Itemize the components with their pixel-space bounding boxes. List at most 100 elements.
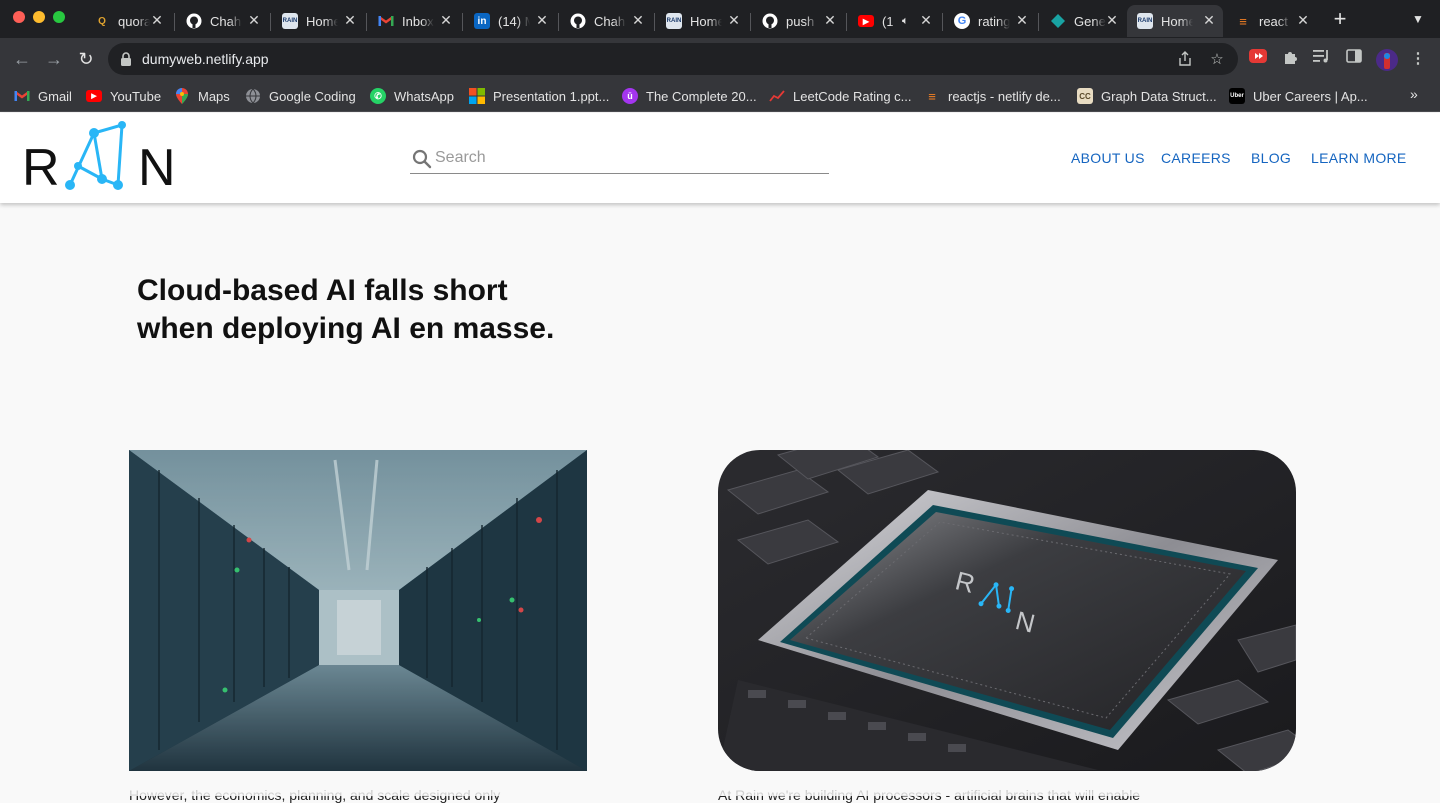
rain-logo[interactable]: R N bbox=[22, 121, 182, 195]
bookmarks-bar: Gmail ▶ YouTube Maps Google Coding ✆ Wha… bbox=[0, 80, 1440, 112]
rain-site-icon: RAIN bbox=[666, 13, 682, 29]
search-field[interactable] bbox=[410, 147, 829, 174]
youtube-icon: ▶ bbox=[86, 90, 102, 102]
close-tab-icon[interactable]: ✕ bbox=[1201, 12, 1217, 28]
nav-blog-link[interactable]: BLOG bbox=[1251, 150, 1291, 166]
profile-avatar-icon[interactable] bbox=[1376, 49, 1398, 71]
close-tab-icon[interactable]: ✕ bbox=[822, 12, 838, 28]
browser-tab-gene[interactable]: Gene ✕ bbox=[1040, 5, 1126, 37]
browser-tab-github-2[interactable]: Chahat ✕ bbox=[560, 5, 652, 37]
close-tab-icon[interactable]: ✕ bbox=[246, 12, 262, 28]
gmail-icon bbox=[14, 88, 30, 104]
extension-red-icon[interactable] bbox=[1248, 49, 1268, 69]
bookmark-label: reactjs - netlify de... bbox=[948, 88, 1061, 104]
svg-text:N: N bbox=[138, 139, 176, 195]
bookmark-gmail[interactable]: Gmail bbox=[14, 86, 72, 106]
bookmark-google-coding[interactable]: Google Coding bbox=[245, 86, 356, 106]
bookmark-leetcode[interactable]: LeetCode Rating c... bbox=[769, 86, 912, 106]
hero-headline: Cloud-based AI falls short when deployin… bbox=[137, 274, 555, 345]
share-icon[interactable] bbox=[1176, 51, 1194, 69]
browser-menu-icon[interactable]: ⋮ bbox=[1408, 49, 1428, 69]
bookmark-graph[interactable]: CC Graph Data Struct... bbox=[1077, 86, 1217, 106]
browser-toolbar: ← → ↻ dumyweb.netlify.app ☆ ⋮ bbox=[0, 38, 1440, 80]
browser-tab-home-active[interactable]: RAIN Home ✕ bbox=[1127, 5, 1223, 37]
bookmark-youtube[interactable]: ▶ YouTube bbox=[86, 86, 161, 106]
bookmark-complete[interactable]: ū The Complete 20... bbox=[622, 86, 757, 106]
maximize-window-button[interactable] bbox=[53, 11, 65, 23]
browser-tab-inbox[interactable]: Inbox ✕ bbox=[368, 5, 460, 37]
nav-learn-more-link[interactable]: LEARN MORE bbox=[1311, 150, 1407, 166]
youtube-icon: ▶ bbox=[858, 15, 874, 27]
search-icon bbox=[412, 149, 432, 169]
close-tab-icon[interactable]: ✕ bbox=[1014, 12, 1030, 28]
tab-title: quora bbox=[118, 13, 150, 29]
bookmark-label: YouTube bbox=[110, 88, 162, 104]
nav-careers-link[interactable]: CAREERS bbox=[1161, 150, 1231, 166]
bookmark-reactjs[interactable]: ≡ reactjs - netlify de... bbox=[924, 86, 1061, 106]
tab-title: (1 bbox=[882, 13, 894, 29]
browser-tab-linkedin[interactable]: in (14) M ✕ bbox=[464, 5, 556, 37]
tab-title: Chahat bbox=[594, 13, 626, 29]
back-arrow-icon[interactable]: ← bbox=[10, 47, 34, 71]
reload-icon[interactable]: ↻ bbox=[74, 47, 98, 71]
bookmark-label: Uber Careers | Ap... bbox=[1253, 88, 1368, 104]
close-tab-icon[interactable]: ✕ bbox=[438, 12, 454, 28]
bookmark-star-icon[interactable]: ☆ bbox=[1208, 51, 1226, 69]
close-tab-icon[interactable]: ✕ bbox=[1104, 12, 1120, 28]
browser-tab-rating[interactable]: G rating ✕ bbox=[944, 5, 1036, 37]
close-window-button[interactable] bbox=[13, 11, 25, 23]
browser-tab-react[interactable]: ≡ react ✕ bbox=[1225, 5, 1317, 37]
tab-title: Inbox bbox=[402, 13, 434, 29]
close-tab-icon[interactable]: ✕ bbox=[630, 12, 646, 28]
browser-tab-quora[interactable]: Q quora ✕ bbox=[84, 5, 171, 37]
address-bar[interactable]: dumyweb.netlify.app ☆ bbox=[108, 43, 1238, 75]
bookmark-whatsapp[interactable]: ✆ WhatsApp bbox=[370, 86, 454, 106]
bookmark-label: Gmail bbox=[38, 88, 72, 104]
forward-arrow-icon[interactable]: → bbox=[42, 47, 66, 71]
search-input[interactable] bbox=[435, 147, 825, 169]
udemy-icon: ū bbox=[622, 88, 638, 104]
speaker-icon[interactable]: 🔈︎ bbox=[902, 15, 909, 28]
tab-title: Home bbox=[1161, 13, 1193, 29]
nav-about-us-link[interactable]: ABOUT US bbox=[1071, 150, 1145, 166]
close-tab-icon[interactable]: ✕ bbox=[918, 12, 934, 28]
extensions-puzzle-icon[interactable] bbox=[1280, 49, 1300, 69]
bookmarks-overflow-icon[interactable]: » bbox=[1410, 86, 1418, 102]
browser-tab-home[interactable]: RAIN Home ✕ bbox=[272, 5, 364, 37]
browser-tab-github[interactable]: Chahat ✕ bbox=[176, 5, 268, 37]
close-tab-icon[interactable]: ✕ bbox=[149, 12, 165, 28]
side-panel-icon[interactable] bbox=[1344, 49, 1364, 69]
close-tab-icon[interactable]: ✕ bbox=[342, 12, 358, 28]
site-header: R N ABOUT US CAREERS BLOG LE bbox=[0, 113, 1440, 203]
close-tab-icon[interactable]: ✕ bbox=[1295, 12, 1311, 28]
linkedin-icon: in bbox=[474, 13, 490, 29]
browser-tab-youtube[interactable]: ▶ (1 🔈︎ ✕ bbox=[848, 5, 940, 37]
url-text: dumyweb.netlify.app bbox=[142, 51, 269, 67]
google-icon: G bbox=[954, 13, 970, 29]
tab-title: Gene bbox=[1074, 13, 1106, 29]
lock-icon bbox=[121, 52, 131, 66]
chart-icon bbox=[769, 88, 785, 104]
media-playlist-icon[interactable] bbox=[1312, 49, 1332, 69]
bookmark-presentation[interactable]: Presentation 1.ppt... bbox=[469, 86, 609, 106]
server-room-image bbox=[129, 450, 587, 771]
bookmark-uber[interactable]: Uber Uber Careers | Ap... bbox=[1229, 86, 1368, 106]
close-tab-icon[interactable]: ✕ bbox=[726, 12, 742, 28]
rain-chip-image: R N bbox=[718, 450, 1296, 771]
stackoverflow-icon: ≡ bbox=[1239, 13, 1247, 29]
bookmark-label: WhatsApp bbox=[394, 88, 454, 104]
rain-site-icon: RAIN bbox=[282, 13, 298, 29]
new-tab-button[interactable]: + bbox=[1330, 8, 1350, 30]
bookmark-maps[interactable]: Maps bbox=[174, 86, 230, 106]
tab-search-chevron-icon[interactable]: ▼ bbox=[1408, 9, 1428, 29]
whatsapp-icon: ✆ bbox=[370, 88, 386, 104]
bookmark-label: The Complete 20... bbox=[646, 88, 757, 104]
svg-text:R: R bbox=[22, 139, 60, 195]
browser-tab-push[interactable]: push ✕ bbox=[752, 5, 844, 37]
tab-title: Chahat bbox=[210, 13, 242, 29]
browser-tab-home-2[interactable]: RAIN Home ✕ bbox=[656, 5, 748, 37]
tab-title: rating bbox=[978, 13, 1010, 29]
minimize-window-button[interactable] bbox=[33, 11, 45, 23]
close-tab-icon[interactable]: ✕ bbox=[534, 12, 550, 28]
tab-title: react bbox=[1259, 13, 1288, 29]
